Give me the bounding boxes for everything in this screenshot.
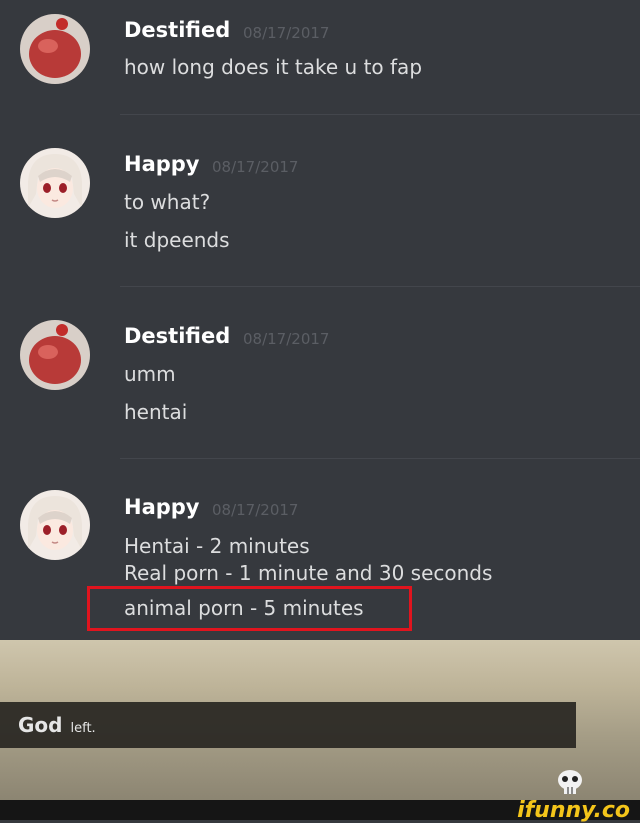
timestamp: 08/17/2017 [243, 330, 330, 348]
ifunny-watermark: ifunny.co [517, 798, 630, 823]
message-text: Hentai - 2 minutes [124, 534, 310, 558]
timestamp: 08/17/2017 [212, 501, 299, 519]
message-divider [120, 286, 640, 287]
avatar[interactable] [20, 320, 90, 390]
author-name[interactable]: Destified [124, 18, 230, 42]
timestamp: 08/17/2017 [212, 158, 299, 176]
message-divider [120, 114, 640, 115]
anime-girl-avatar-icon [20, 148, 90, 218]
game-notice-name: God [18, 713, 63, 737]
message-text: hentai [124, 400, 188, 424]
message-text: it dpeends [124, 228, 230, 252]
message-text: Real porn - 1 minute and 30 seconds [124, 561, 493, 585]
red-blob-avatar-icon [20, 14, 90, 84]
red-blob-avatar-icon [20, 320, 90, 390]
message-text: umm [124, 362, 176, 386]
timestamp: 08/17/2017 [243, 24, 330, 42]
game-notice: God left. [18, 713, 96, 737]
avatar[interactable] [20, 14, 90, 84]
chat-panel: Destified 08/17/2017 how long does it ta… [0, 0, 640, 640]
message-text: how long does it take u to fap [124, 55, 423, 79]
game-notice-action: left. [70, 721, 96, 736]
message-divider [120, 458, 640, 459]
author-name[interactable]: Destified [124, 324, 230, 348]
game-skull-icon [558, 770, 582, 794]
anime-girl-avatar-icon [20, 490, 90, 560]
author-name[interactable]: Happy [124, 495, 200, 519]
message-text: to what? [124, 190, 211, 214]
game-screenshot: God left. [0, 640, 640, 800]
avatar[interactable] [20, 148, 90, 218]
avatar[interactable] [20, 490, 90, 560]
red-highlight-box [87, 586, 412, 631]
author-name[interactable]: Happy [124, 152, 200, 176]
